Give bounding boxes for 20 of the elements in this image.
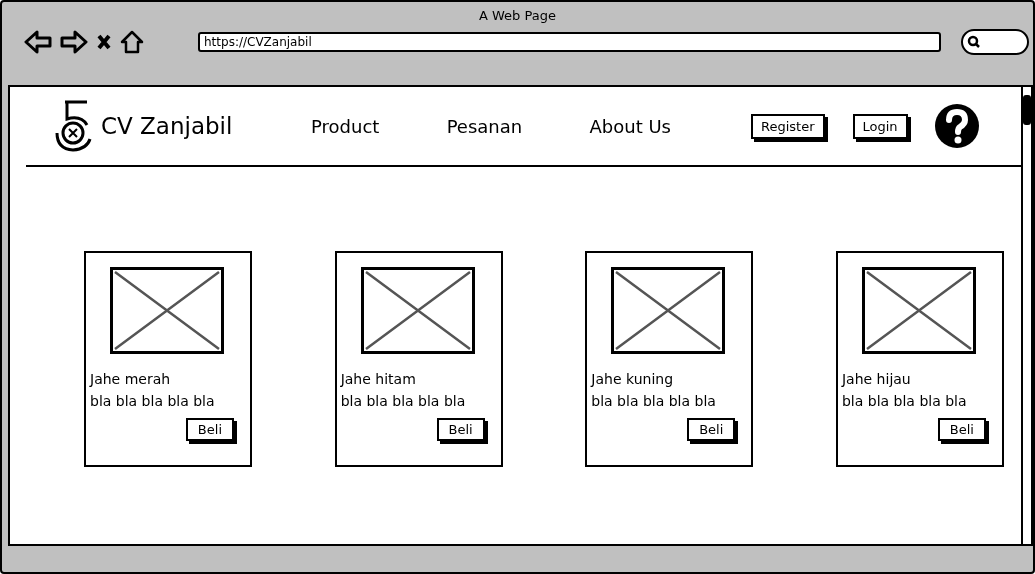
product-description: bla bla bla bla bla <box>591 392 717 411</box>
nav-link[interactable]: About Us <box>589 115 671 137</box>
product-description: bla bla bla bla bla <box>841 392 968 411</box>
product-description: bla bla bla bla bla <box>90 392 216 411</box>
nav-link[interactable]: Pesanan <box>446 115 523 137</box>
product-name: Jahe kuning <box>591 370 675 389</box>
product-name: Jahe hitam <box>340 370 417 389</box>
buy-button[interactable]: Beli <box>436 418 485 441</box>
window-title: A Web Page <box>479 8 556 23</box>
url-field[interactable]: https://CVZanjabil <box>198 32 941 52</box>
register-button[interactable]: Register <box>751 113 825 139</box>
brand-name: CV Zanjabil <box>101 113 233 139</box>
buy-button[interactable]: Beli <box>185 418 234 441</box>
product-name: Jahe merah <box>90 370 172 389</box>
login-button[interactable]: Login <box>852 113 908 139</box>
buy-button[interactable]: Beli <box>937 418 986 441</box>
product-description: bla bla bla bla bla <box>340 392 467 411</box>
buy-button[interactable]: Beli <box>687 418 736 441</box>
product-name: Jahe hijau <box>841 370 912 389</box>
nav-link[interactable]: Product <box>311 115 380 137</box>
